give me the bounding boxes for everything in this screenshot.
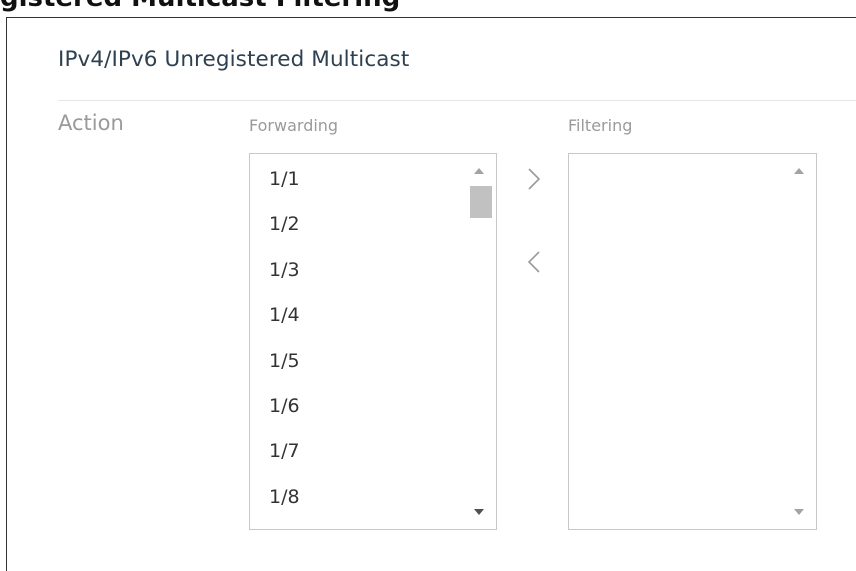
list-item[interactable]: 1/5 [269,350,300,372]
scroll-down-arrow-icon[interactable] [474,509,484,515]
scroll-down-arrow-icon[interactable] [794,509,804,515]
section-title: IPv4/IPv6 Unregistered Multicast [58,47,410,72]
chevron-right-icon [528,168,541,190]
list-item[interactable]: 1/6 [269,395,300,417]
forwarding-label: Forwarding [249,116,339,135]
move-to-filtering-button[interactable] [520,161,550,201]
list-item[interactable]: 1/1 [269,168,300,190]
page: gistered Multicast Filtering IPv4/IPv6 U… [0,0,856,571]
scroll-up-arrow-icon[interactable] [474,168,484,174]
list-item[interactable]: 1/7 [269,440,300,462]
filtering-label: Filtering [568,116,633,135]
action-label: Action [58,111,124,135]
list-item[interactable]: 1/3 [269,259,300,281]
move-to-forwarding-button[interactable] [520,244,550,284]
forwarding-listbox[interactable]: 1/1 1/2 1/3 1/4 1/5 1/6 1/7 1/8 [249,153,497,530]
list-item[interactable]: 1/2 [269,213,300,235]
list-item[interactable]: 1/4 [269,304,300,326]
scroll-thumb[interactable] [470,186,492,218]
filtering-scrollbar[interactable] [787,155,815,528]
filtering-listbox[interactable] [568,153,817,530]
section-divider [58,100,856,101]
chevron-left-icon [527,251,540,273]
filtering-items [569,154,786,529]
forwarding-scrollbar[interactable] [467,155,495,528]
list-item[interactable]: 1/8 [269,486,300,508]
figure-caption: gistered Multicast Filtering [0,0,400,13]
scroll-up-arrow-icon[interactable] [794,168,804,174]
forwarding-items: 1/1 1/2 1/3 1/4 1/5 1/6 1/7 1/8 [250,154,466,529]
